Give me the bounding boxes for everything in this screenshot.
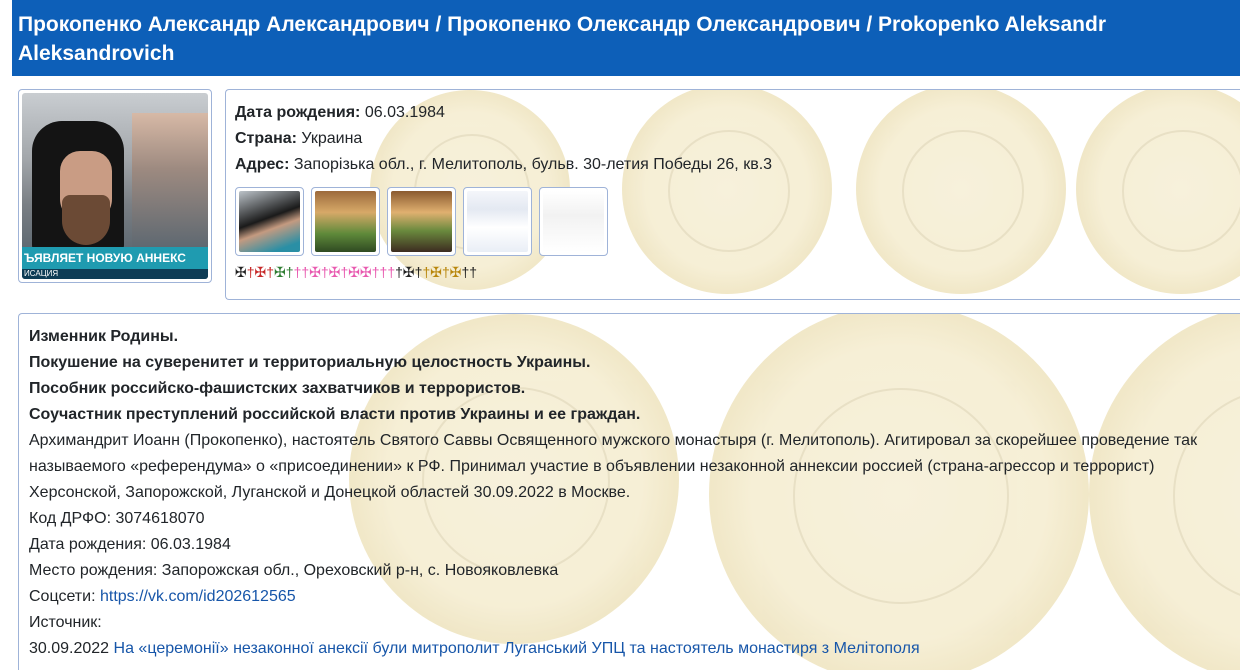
cross-icon: † (469, 264, 478, 280)
source-label: Источник: (29, 614, 102, 631)
birth-date-label: Дата рождения: (235, 104, 361, 121)
profile-photo-card[interactable]: ЪЯВЛЯЕТ НОВУЮ АННЕКС ИСАЦИЯ (18, 89, 212, 283)
cross-icon: † (441, 264, 450, 280)
address-value: Запорізька обл., г. Мелитополь, бульв. 3… (293, 156, 773, 173)
gallery-thumbnail[interactable] (387, 187, 456, 256)
address-label: Адрес: (235, 156, 290, 173)
social-label: Соцсети: (29, 588, 100, 605)
cross-icon: ✠ (328, 264, 341, 280)
social-row: Соцсети: https://vk.com/id202612565 (29, 584, 1240, 610)
birthplace: Место рождения: Запорожская обл., Орехов… (29, 562, 559, 579)
country-value: Украина (301, 130, 363, 147)
cross-icon: ✠ (359, 264, 372, 280)
birth-date-row: Дата рождения: 06.03.1984 (235, 100, 1240, 126)
gallery-thumbnail[interactable] (539, 187, 608, 256)
cross-icon: ✠ (430, 264, 442, 280)
verdict-line: Соучастник преступлений российской власт… (29, 406, 641, 423)
cross-icon: ✠ (254, 264, 267, 280)
address-row: Адрес: Запорізька обл., г. Мелитополь, б… (235, 152, 1240, 178)
cross-icon: ✠ (449, 264, 462, 280)
cross-icon: ✠ (402, 264, 415, 280)
gallery-thumbnail[interactable] (311, 187, 380, 256)
photo-news-ticker: ЪЯВЛЯЕТ НОВУЮ АННЕКС (22, 247, 208, 269)
cross-icon: ✠ (235, 264, 247, 280)
drfo-code: Код ДРФО: 3074618070 (29, 510, 205, 527)
source-link[interactable]: На «церемонії» незаконної анексії були м… (114, 640, 920, 657)
bio-birth-date: Дата рождения: 06.03.1984 (29, 536, 231, 553)
cross-icon: † (387, 264, 396, 280)
bio-card: Изменник Родины. Покушение на суверените… (18, 313, 1240, 670)
social-link[interactable]: https://vk.com/id202612565 (100, 588, 296, 605)
cross-icon: ✠ (348, 264, 360, 280)
gallery-thumbnail[interactable] (463, 187, 532, 256)
country-label: Страна: (235, 130, 297, 147)
cross-icon: † (285, 264, 294, 280)
cross-icon: † (246, 264, 255, 280)
cross-icon: † (266, 264, 275, 280)
photo-beard (62, 195, 110, 245)
source-row: 30.09.2022 На «церемонії» незаконної ане… (29, 636, 1240, 662)
profile-photo[interactable]: ЪЯВЛЯЕТ НОВУЮ АННЕКС ИСАЦИЯ (22, 93, 208, 279)
photo-gallery (235, 187, 1240, 256)
cross-icon: † (395, 264, 403, 280)
verdict-line: Изменник Родины. (29, 328, 179, 345)
cross-icon: † (371, 264, 380, 280)
cross-icon: ✠ (309, 264, 321, 280)
photo-news-ticker-sub: ИСАЦИЯ (22, 269, 208, 279)
birth-date-value: 06.03.1984 (364, 104, 445, 121)
bio-description: Архимандрит Иоанн (Прокопенко), настояте… (29, 432, 1198, 501)
photo-background-crowd (132, 113, 208, 253)
status-crosses: ✠†✠†✠†††✠†✠†✠✠††††✠††✠†✠†† (235, 264, 1240, 280)
gallery-thumbnail[interactable] (235, 187, 304, 256)
country-row: Страна: Украина (235, 126, 1240, 152)
page-title: Прокопенко Александр Александрович / Про… (18, 13, 1106, 65)
info-card: Дата рождения: 06.03.1984 Страна: Украин… (225, 89, 1240, 300)
verdict-line: Пособник российско-фашистских захватчико… (29, 380, 526, 397)
verdict-line: Покушение на суверенитет и территориальн… (29, 354, 591, 371)
page-header: Прокопенко Александр Александрович / Про… (12, 0, 1240, 76)
cross-icon: ✠ (274, 264, 286, 280)
cross-icon: † (320, 264, 329, 280)
source-date: 30.09.2022 (29, 640, 114, 657)
